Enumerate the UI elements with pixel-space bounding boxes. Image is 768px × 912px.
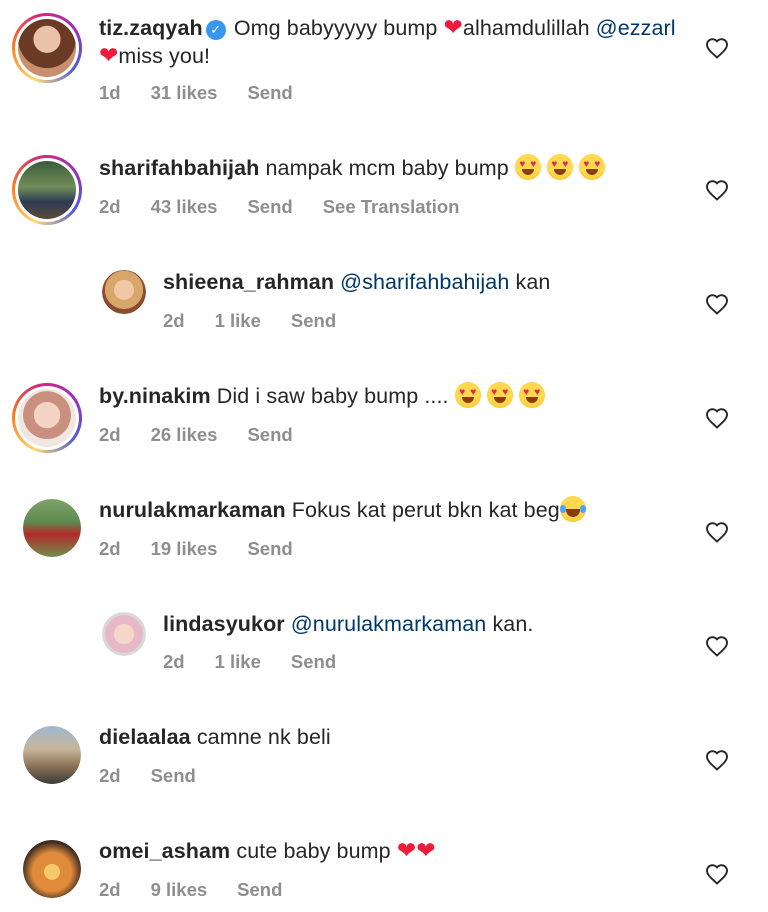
heart-outline-icon [706,294,728,315]
comment-likes[interactable]: 26 likes [151,424,218,445]
comment-timestamp: 2d [163,310,185,331]
comment-body: Omg babyyyyy bump [233,16,438,40]
heart-outline-icon [706,750,728,771]
comment-text: omei_asham cute baby bump ❤❤ [99,837,436,865]
comment-meta: 2d 9 likes Send [99,879,312,901]
comment-username[interactable]: dielaalaa [99,725,191,749]
send-button[interactable]: Send [247,424,292,445]
comment-text: tiz.zaqyah ✓ Omg babyyyyy bump ❤alhamduli… [99,14,679,70]
red-heart-icon: ❤ [99,43,119,69]
comment-timestamp: 2d [99,424,121,445]
like-button[interactable] [704,35,730,61]
comment-timestamp: 1d [99,82,121,103]
avatar[interactable] [12,13,82,83]
like-button[interactable] [704,519,730,545]
comment-body: alhamdulillah [462,16,590,40]
red-heart-icon: ❤ [416,838,436,864]
heart-outline-icon [706,864,728,885]
comment-username[interactable]: shieena_rahman [163,270,334,294]
heart-outline-icon [706,636,728,657]
comment-likes[interactable]: 19 likes [151,538,218,559]
comment-username[interactable]: sharifahbahijah [99,156,259,180]
comment-meta: 2d 1 like Send [163,651,366,673]
comment-username[interactable]: omei_asham [99,839,230,863]
red-heart-icon: ❤ [396,838,417,864]
comment-body: kan [515,270,551,294]
avatar[interactable] [12,155,82,225]
red-heart-icon: ❤ [443,15,463,41]
comment-username[interactable]: tiz.zaqyah [99,16,203,40]
heart-outline-icon [706,180,728,201]
comment-meta: 2d 19 likes Send [99,538,323,560]
comment-meta: 2d 26 likes Send [99,424,323,446]
comment-text: sharifahbahijah nampak mcm baby bump ♥ ♥ ♥… [99,154,611,182]
like-button[interactable] [704,291,730,317]
send-button[interactable]: Send [291,310,336,331]
comment-username[interactable]: by.ninakim [99,384,211,408]
comment-likes[interactable]: 1 like [215,310,261,331]
heart-eyes-emoji-icon: ♥ ♥ [518,382,545,408]
comment-likes[interactable]: 31 likes [151,82,218,103]
comment-body: nampak mcm baby bump [265,156,509,180]
comment-meta: 2d 43 likes Send See Translation [99,196,489,218]
like-button[interactable] [704,405,730,431]
tears-of-joy-emoji-icon [559,496,586,522]
comment-meta: 2d Send [99,765,226,787]
heart-eyes-emoji-icon: ♥ ♥ [578,154,605,180]
like-button[interactable] [704,177,730,203]
comment-timestamp: 2d [99,765,121,786]
send-button[interactable]: Send [247,196,292,217]
comment-timestamp: 2d [99,879,121,900]
comment-body: cute baby bump [236,839,391,863]
comment-timestamp: 2d [99,538,121,559]
like-button[interactable] [704,633,730,659]
send-button[interactable]: Send [291,651,336,672]
comment-timestamp: 2d [99,196,121,217]
comment-likes[interactable]: 9 likes [151,879,208,900]
heart-outline-icon [706,38,728,59]
send-button[interactable]: Send [237,879,282,900]
heart-eyes-emoji-icon: ♥ ♥ [546,154,573,180]
comment-mention[interactable]: @nurulakmarkaman [291,612,487,636]
heart-eyes-emoji-icon: ♥ ♥ [486,382,513,408]
comment-text: nurulakmarkaman Fokus kat perut bkn kat … [99,496,586,524]
send-button[interactable]: Send [247,538,292,559]
send-button[interactable]: Send [151,765,196,786]
comment-meta: 1d 31 likes Send [99,82,323,104]
avatar[interactable] [12,383,82,453]
comment-body: kan. [492,612,534,636]
see-translation-link[interactable]: See Translation [323,196,460,217]
avatar[interactable] [102,612,146,656]
comment-username[interactable]: lindasyukor [163,612,285,636]
comment-mention[interactable]: @sharifahbahijah [340,270,509,294]
heart-outline-icon [706,408,728,429]
avatar[interactable] [23,499,81,557]
send-button[interactable]: Send [247,82,292,103]
comment-text: by.ninakim Did i saw baby bump .... ♥ ♥ ♥ ♥… [99,382,551,410]
like-button[interactable] [704,747,730,773]
heart-eyes-emoji-icon: ♥ ♥ [514,154,541,180]
comment-mention[interactable]: @ezzarl [596,16,676,40]
comment-text: dielaalaa camne nk beli [99,723,331,751]
verified-badge-icon: ✓ [205,20,226,40]
comment-text: lindasyukor @nurulakmarkaman kan. [163,610,533,638]
comment-likes[interactable]: 43 likes [151,196,218,217]
comment-body: Did i saw baby bump .... [216,384,449,408]
avatar[interactable] [23,726,81,784]
comment-timestamp: 2d [163,651,185,672]
comment-body: camne nk beli [196,725,331,749]
heart-eyes-emoji-icon: ♥ ♥ [454,382,481,408]
comment-body: miss you! [118,44,211,68]
comment-meta: 2d 1 like Send [163,310,366,332]
comment-likes[interactable]: 1 like [215,651,261,672]
avatar[interactable] [102,270,146,314]
like-button[interactable] [704,861,730,887]
comment-username[interactable]: nurulakmarkaman [99,498,286,522]
comment-body: Fokus kat perut bkn kat beg [291,498,560,522]
heart-outline-icon [706,522,728,543]
comment-text: shieena_rahman @sharifahbahijah kan [163,268,550,296]
avatar[interactable] [23,840,81,898]
